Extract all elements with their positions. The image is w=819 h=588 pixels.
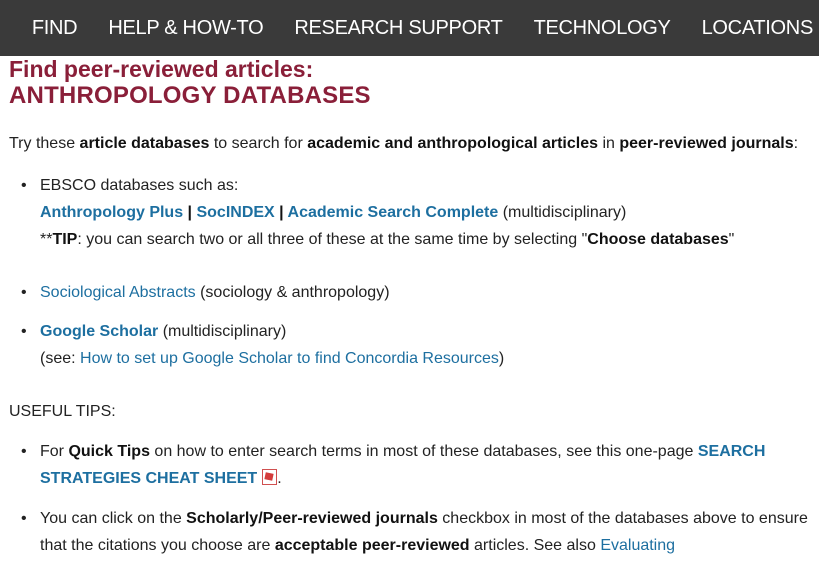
intro-bold-peer-reviewed: peer-reviewed journals — [619, 135, 794, 152]
page-title: Find peer-reviewed articles: ANTHROPOLOG… — [9, 56, 809, 111]
link-anthropology-plus[interactable]: Anthropology Plus — [40, 204, 183, 221]
page-title-line2: ANTHROPOLOGY DATABASES — [9, 82, 371, 109]
link-sociological-abstracts[interactable]: Sociological Abstracts — [40, 284, 196, 301]
ebsco-note: (multidisciplinary) — [498, 204, 627, 221]
tip1-end: . — [277, 470, 282, 487]
intro-text: in — [598, 135, 620, 152]
tip2-bold-acceptable: acceptable peer-reviewed — [274, 537, 470, 554]
tip2-bold-scholarly: Scholarly/Peer-reviewed journals — [186, 510, 438, 527]
intro-bold-article-databases: article databases — [79, 135, 210, 152]
intro-bold-academic-articles: academic and anthropological articles — [307, 135, 598, 152]
nav-find[interactable]: FIND — [32, 17, 78, 40]
ebsco-lead: EBSCO databases such as: — [40, 177, 239, 194]
tip-prefix: ** — [40, 231, 53, 248]
link-google-scholar[interactable]: Google Scholar — [40, 323, 158, 340]
nav-help-how-to[interactable]: HELP & HOW-TO — [108, 17, 263, 40]
pdf-icon — [262, 469, 278, 485]
link-evaluating[interactable]: Evaluating — [600, 537, 675, 554]
list-item-sociological-abstracts: Sociological Abstracts (sociology & anth… — [9, 279, 809, 306]
tip-end: " — [728, 231, 735, 248]
tip1-bold-quick-tips: Quick Tips — [68, 443, 150, 460]
link-socindex[interactable]: SocINDEX — [196, 204, 274, 221]
scholar-see: (see: — [40, 350, 81, 367]
scholar-close: ) — [498, 350, 505, 367]
list-item-quick-tips: For Quick Tips on how to enter search te… — [9, 438, 809, 492]
nav-menu: FIND HELP & HOW-TO RESEARCH SUPPORT TECH… — [1, 0, 813, 56]
tip-text: : you can search two or all three of the… — [77, 231, 588, 248]
tip2-text: You can click on the — [40, 510, 187, 527]
separator: | — [183, 204, 197, 221]
database-list: EBSCO databases such as: Anthropology Pl… — [9, 172, 809, 372]
main-content: Find peer-reviewed articles: ANTHROPOLOG… — [9, 56, 809, 559]
separator: | — [274, 204, 288, 221]
top-navigation: FIND HELP & HOW-TO RESEARCH SUPPORT TECH… — [0, 0, 819, 56]
list-item-scholarly-checkbox: You can click on the Scholarly/Peer-revi… — [9, 505, 809, 559]
tip-label: TIP — [52, 231, 78, 248]
page-title-line1: Find peer-reviewed articles: — [9, 56, 314, 82]
socabs-note: (sociology & anthropology) — [195, 284, 390, 301]
nav-locations[interactable]: LOCATIONS — [702, 17, 814, 40]
nav-research-support[interactable]: RESEARCH SUPPORT — [294, 17, 503, 40]
scholar-note: (multidisciplinary) — [158, 323, 287, 340]
tip1-text: on how to enter search terms in most of … — [149, 443, 698, 460]
list-item-google-scholar: Google Scholar (multidisciplinary) (see:… — [9, 318, 809, 372]
intro-text: : — [793, 135, 799, 152]
nav-technology[interactable]: TECHNOLOGY — [534, 17, 671, 40]
list-item-ebsco: EBSCO databases such as: Anthropology Pl… — [9, 172, 809, 253]
tip2-text: articles. See also — [469, 537, 601, 554]
intro-text: Try these — [9, 135, 80, 152]
tip1-text: For — [40, 443, 69, 460]
tip-choose-databases: Choose databases — [587, 231, 729, 248]
link-google-scholar-setup[interactable]: How to set up Google Scholar to find Con… — [80, 350, 499, 367]
intro-text: to search for — [209, 135, 308, 152]
tips-list: For Quick Tips on how to enter search te… — [9, 438, 809, 559]
useful-tips-heading: USEFUL TIPS: — [9, 403, 116, 420]
link-academic-search-complete[interactable]: Academic Search Complete — [288, 204, 499, 221]
intro-paragraph: Try these article databases to search fo… — [9, 130, 809, 157]
